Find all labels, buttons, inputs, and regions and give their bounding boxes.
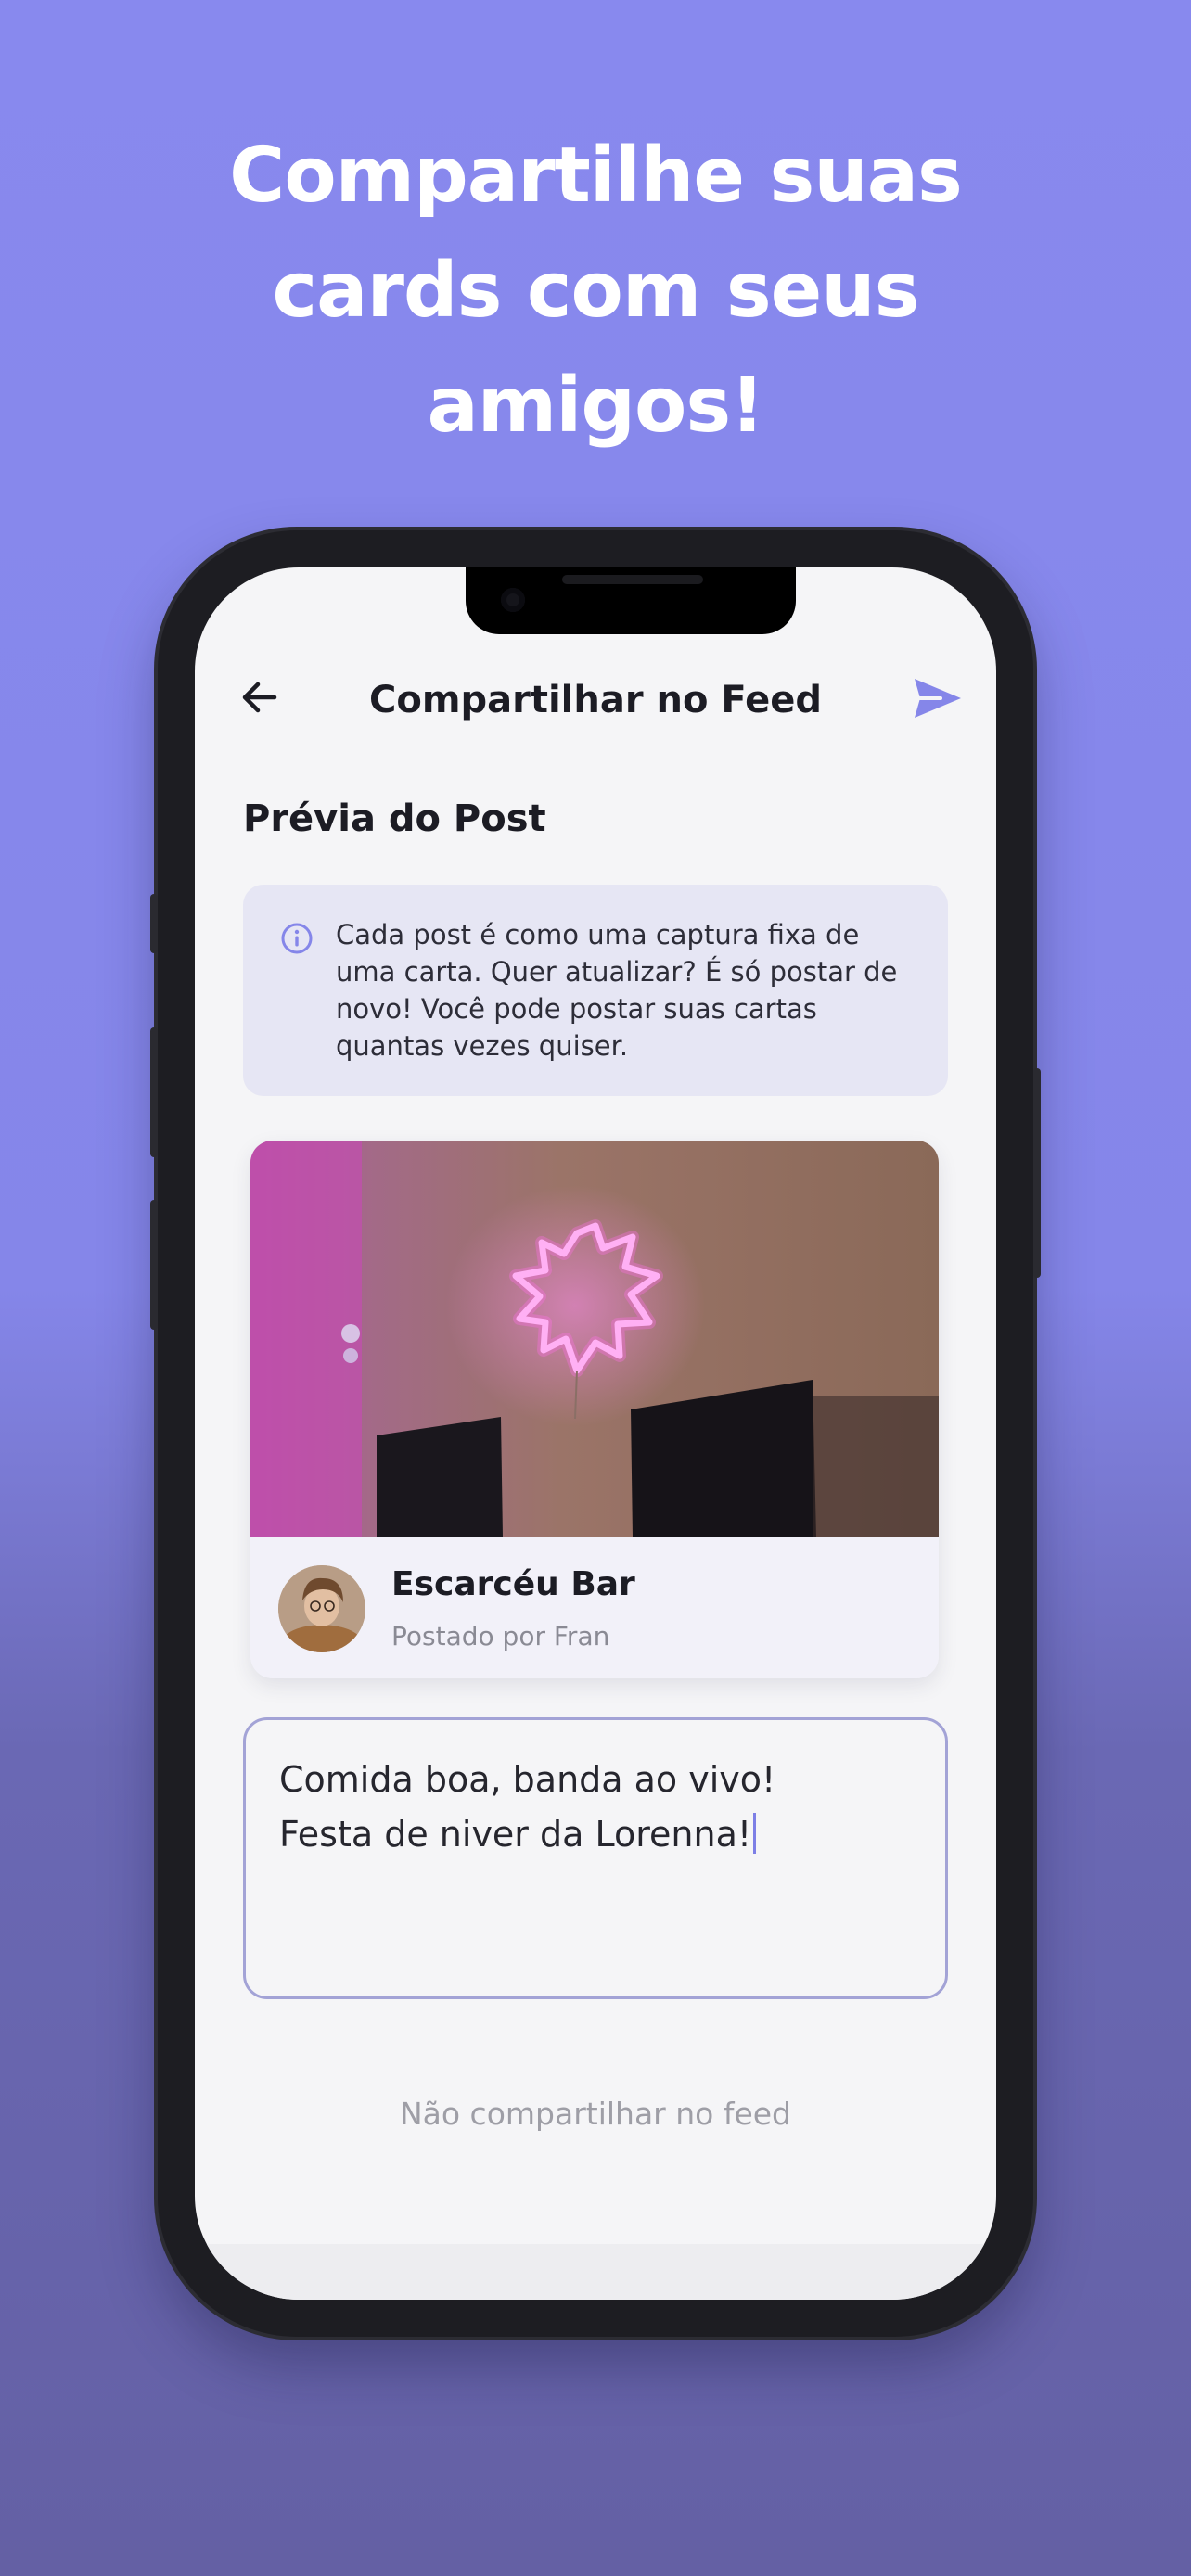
send-button[interactable] [911, 675, 965, 721]
top-bar: Compartilhar no Feed [195, 642, 996, 753]
caption-line-1: Comida boa, banda ao vivo! [279, 1759, 776, 1800]
camera-icon [501, 588, 525, 612]
post-preview-card: Escarcéu Bar Postado por Fran [250, 1141, 939, 1678]
preview-title: Prévia do Post [243, 797, 546, 840]
power-button [1033, 1068, 1041, 1278]
share-screen: Compartilhar no Feed Prévia do Post Cada… [195, 567, 996, 2300]
bottom-strip [195, 2244, 996, 2300]
page-title: Compartilhar no Feed [368, 679, 822, 721]
card-photo [250, 1141, 939, 1537]
speaker-grille [562, 575, 703, 584]
card-author: Postado por Fran [391, 1621, 610, 1651]
info-icon [281, 923, 313, 954]
info-text: Cada post é como uma captura fixa de uma… [336, 919, 898, 1062]
silent-switch [150, 894, 158, 953]
card-footer: Escarcéu Bar Postado por Fran [250, 1537, 939, 1678]
volume-up-button [150, 1027, 158, 1157]
send-icon [915, 679, 961, 718]
text-cursor [753, 1813, 757, 1854]
headline-line-3: amigos! [427, 362, 764, 450]
volume-down-button [150, 1200, 158, 1330]
skip-share-button[interactable]: Não compartilhar no feed [195, 2096, 996, 2132]
caption-line-2-wrap: Festa de niver da Lorenna! [279, 1813, 757, 1855]
info-banner: Cada post é como uma captura fixa de uma… [243, 885, 948, 1096]
phone-notch [466, 567, 796, 634]
phone-screen: Compartilhar no Feed Prévia do Post Cada… [195, 567, 996, 2300]
headline: Compartilhe suas cards com seus amigos! [0, 119, 1191, 464]
headline-line-2: cards com seus [272, 247, 920, 335]
caption-input[interactable]: Comida boa, banda ao vivo! Festa de nive… [243, 1717, 948, 1999]
phone-frame: Compartilhar no Feed Prévia do Post Cada… [150, 530, 1041, 2337]
headline-line-1: Compartilhe suas [229, 132, 963, 220]
avatar-image [278, 1565, 365, 1652]
card-name: Escarcéu Bar [391, 1565, 635, 1603]
avatar[interactable] [278, 1565, 365, 1652]
caption-line-2: Festa de niver da Lorenna! [279, 1814, 752, 1855]
